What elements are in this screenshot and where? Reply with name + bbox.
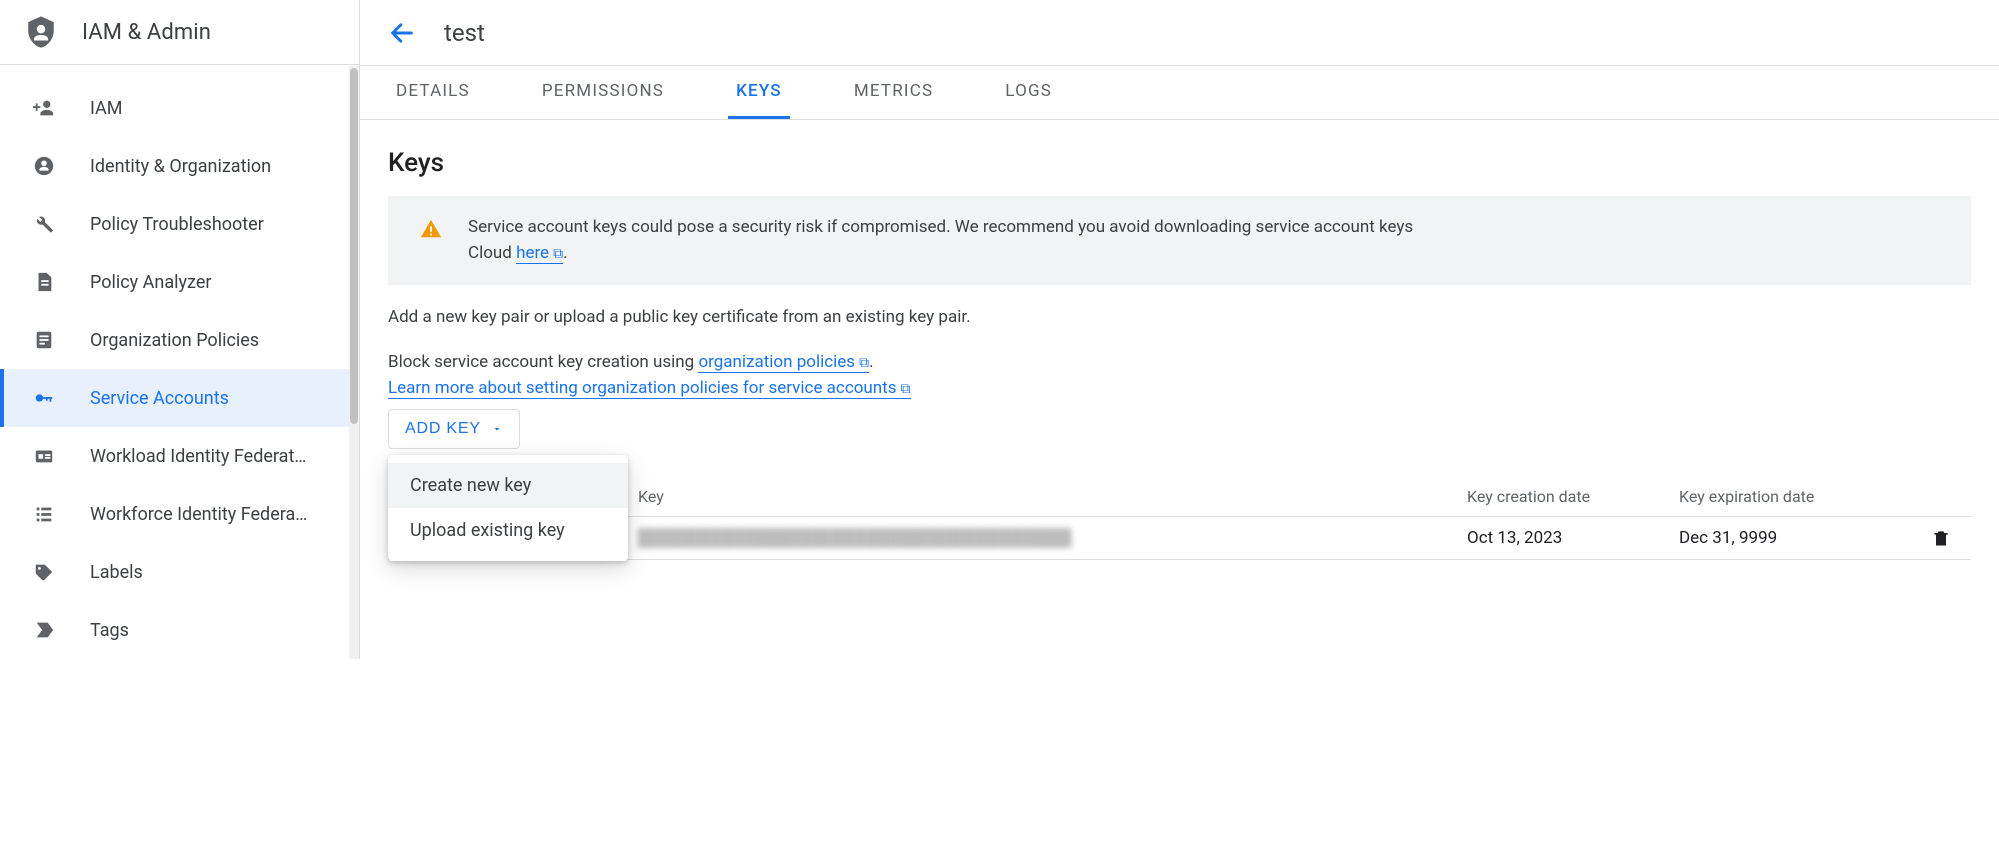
add-key-label: ADD KEY: [405, 420, 481, 438]
tab-bar: DETAILS PERMISSIONS KEYS METRICS LOGS: [360, 66, 1999, 120]
tab-keys[interactable]: KEYS: [728, 66, 790, 119]
sidebar-label: IAM: [90, 98, 335, 119]
tab-metrics[interactable]: METRICS: [846, 66, 941, 119]
learn-more-link[interactable]: Learn more about setting organization po…: [388, 378, 911, 399]
cell-creation: Oct 13, 2023: [1467, 528, 1667, 548]
warning-text: Service account keys could pose a securi…: [468, 214, 1413, 267]
delete-key-button[interactable]: [1911, 527, 1971, 549]
tab-permissions[interactable]: PERMISSIONS: [534, 66, 672, 119]
warning-text-part: Service account keys could pose a securi…: [468, 217, 1413, 237]
main-panel: test DETAILS PERMISSIONS KEYS METRICS LO…: [360, 0, 1999, 659]
sidebar-item-organization-policies[interactable]: Organization Policies: [0, 311, 359, 369]
back-button[interactable]: [388, 19, 416, 47]
app-title: IAM & Admin: [82, 20, 211, 45]
content: Keys Service account keys could pose a s…: [360, 120, 1999, 582]
badge-icon: [30, 445, 58, 467]
sidebar-label: Identity & Organization: [90, 156, 335, 177]
dropdown-upload-existing-key[interactable]: Upload existing key: [388, 508, 628, 553]
add-key-dropdown: Create new key Upload existing key: [388, 455, 628, 561]
keys-heading: Keys: [388, 148, 1971, 178]
sidebar-label: Workload Identity Federat…: [90, 446, 335, 467]
keys-desc-block: Block service account key creation using…: [388, 350, 1971, 401]
block-suffix: .: [869, 352, 873, 372]
doc-list-icon: [30, 271, 58, 293]
iam-shield-icon: [24, 12, 58, 52]
org-policies-link[interactable]: organization policies⧉: [698, 352, 869, 373]
bookmark-icon: [30, 619, 58, 641]
sidebar-label: Policy Troubleshooter: [90, 214, 335, 235]
sidebar-label: Policy Analyzer: [90, 272, 335, 293]
sidebar-item-policy-analyzer[interactable]: Policy Analyzer: [0, 253, 359, 311]
sidebar-item-identity-org[interactable]: Identity & Organization: [0, 137, 359, 195]
cell-expiration: Dec 31, 9999: [1679, 528, 1899, 548]
sidebar-scrollbar[interactable]: [349, 66, 359, 659]
sidebar-item-iam[interactable]: IAM: [0, 79, 359, 137]
dropdown-caret-icon: [491, 423, 503, 435]
warning-cloud-prefix: Cloud: [468, 243, 516, 263]
main-header: test: [360, 0, 1999, 66]
scrollbar-thumb[interactable]: [350, 68, 358, 424]
col-expiration: Key expiration date: [1679, 487, 1899, 506]
sidebar-item-service-accounts[interactable]: Service Accounts: [0, 369, 359, 427]
wrench-icon: [30, 213, 58, 235]
external-link-icon: ⧉: [901, 381, 911, 397]
list-icon: [30, 503, 58, 525]
keys-desc-add: Add a new key pair or upload a public ke…: [388, 305, 1971, 331]
sidebar-label: Workforce Identity Federa…: [90, 504, 335, 525]
warning-here-link[interactable]: here⧉: [516, 243, 563, 264]
person-add-icon: [30, 97, 58, 119]
block-prefix: Block service account key creation using: [388, 352, 698, 372]
col-creation: Key creation date: [1467, 487, 1667, 506]
sidebar-label: Organization Policies: [90, 330, 335, 351]
warning-banner: Service account keys could pose a securi…: [388, 196, 1971, 285]
add-key-button[interactable]: ADD KEY: [388, 409, 520, 449]
person-circle-icon: [30, 155, 58, 177]
external-link-icon: ⧉: [553, 246, 563, 262]
tag-icon: [30, 561, 58, 583]
sidebar-item-labels[interactable]: Labels: [0, 543, 359, 601]
sidebar: IAM & Admin IAM Identity & Organization …: [0, 0, 360, 659]
sidebar-header: IAM & Admin: [0, 0, 359, 65]
sidebar-label: Service Accounts: [90, 388, 335, 409]
warning-icon: [420, 214, 442, 267]
sidebar-item-tags[interactable]: Tags: [0, 601, 359, 659]
article-icon: [30, 329, 58, 351]
page-title: test: [444, 19, 485, 47]
key-person-icon: [30, 387, 58, 409]
sidebar-label: Labels: [90, 562, 335, 583]
external-link-icon: ⧉: [859, 355, 869, 371]
tab-details[interactable]: DETAILS: [388, 66, 478, 119]
sidebar-item-workload-identity[interactable]: Workload Identity Federat…: [0, 427, 359, 485]
dropdown-create-new-key[interactable]: Create new key: [388, 463, 628, 508]
sidebar-list: IAM Identity & Organization Policy Troub…: [0, 65, 359, 659]
sidebar-label: Tags: [90, 620, 335, 641]
warning-text-after: .: [563, 243, 567, 263]
sidebar-item-policy-troubleshooter[interactable]: Policy Troubleshooter: [0, 195, 359, 253]
tab-logs[interactable]: LOGS: [997, 66, 1060, 119]
sidebar-item-workforce-identity[interactable]: Workforce Identity Federa…: [0, 485, 359, 543]
